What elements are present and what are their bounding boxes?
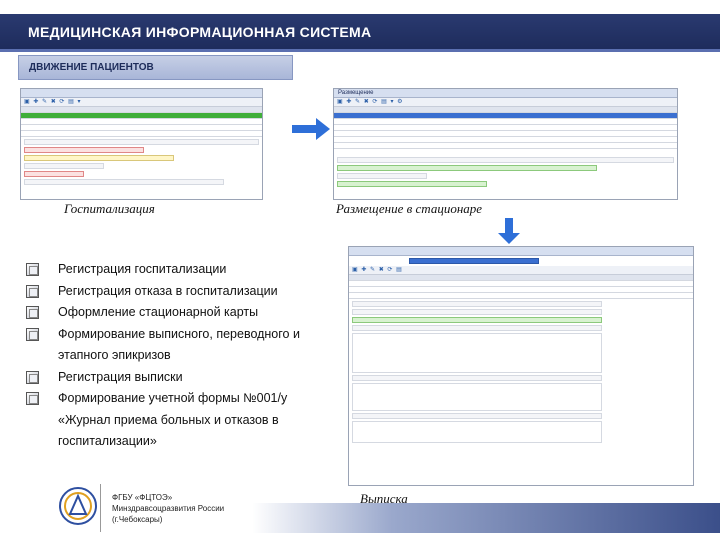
checkbox-icon <box>26 306 39 319</box>
arrow-right-icon <box>292 118 330 140</box>
list-item: Регистрация госпитализации <box>26 259 336 281</box>
checkbox-icon <box>26 284 39 298</box>
form-line <box>352 301 602 307</box>
form-line <box>352 375 602 381</box>
checkbox-icon <box>26 263 39 276</box>
placement-toolbar: ▣ ✚ ✎ ✖ ⟳ ▤ ▾ ⚙ <box>334 98 677 107</box>
form-line <box>24 179 224 185</box>
organization-logo-icon <box>59 487 97 525</box>
logo-divider <box>100 484 101 532</box>
hospitalization-window-header <box>21 89 262 98</box>
form-line <box>352 421 602 443</box>
form-line <box>409 258 539 264</box>
form-line <box>337 173 427 179</box>
feature-label: Формирование учетной формы №001/у «Журна… <box>58 391 288 448</box>
organization-line-1: ФГБУ «ФЦТОЭ» <box>112 493 173 502</box>
form-line <box>24 163 104 169</box>
discharge-caption: Выписка <box>360 491 408 506</box>
form-line <box>337 165 597 171</box>
placement-window-title: Размещение <box>338 90 374 96</box>
list-item: Формирование выписного, переводного и эт… <box>26 324 336 367</box>
section-tab: ДВИЖЕНИЕ ПАЦИЕНТОВ <box>18 55 293 80</box>
checkbox-icon <box>26 392 39 405</box>
table-row <box>21 131 262 137</box>
checkbox-icon <box>26 370 39 384</box>
discharge-window-header <box>349 247 693 256</box>
feature-label: Регистрация отказа в госпитализации <box>58 283 278 298</box>
form-line <box>24 147 144 153</box>
form-line <box>337 157 674 163</box>
form-line <box>24 139 259 145</box>
hospitalization-screenshot: ▣ ✚ ✎ ✖ ⟳ ▤ ▾ <box>20 88 263 200</box>
placement-screenshot: Размещение ▣ ✚ ✎ ✖ ⟳ ▤ ▾ ⚙ <box>333 88 678 200</box>
feature-list: Регистрация госпитализации Регистрация о… <box>26 259 336 453</box>
list-item: Формирование учетной формы №001/у «Журна… <box>26 388 336 453</box>
form-line <box>352 325 602 331</box>
form-line <box>352 383 602 411</box>
form-line <box>337 181 487 187</box>
table-row <box>349 293 693 299</box>
arrow-down-icon <box>498 218 520 244</box>
list-item: Регистрация выписки <box>26 367 336 389</box>
form-line <box>24 171 84 177</box>
feature-label: Оформление стационарной карты <box>58 305 259 319</box>
form-line <box>352 309 602 315</box>
form-line <box>352 413 602 419</box>
section-title: ДВИЖЕНИЕ ПАЦИЕНТОВ <box>29 62 154 73</box>
form-line <box>24 155 174 161</box>
placement-caption: Размещение в стационаре <box>336 201 483 216</box>
organization-line-2: Минздравсоцразвития России <box>112 504 225 513</box>
feature-label: Формирование выписного, переводного и эт… <box>58 326 300 363</box>
footer-band: Выписка <box>252 491 720 533</box>
title-bar: МЕДИЦИНСКАЯ ИНФОРМАЦИОННАЯ СИСТЕМА <box>0 14 720 52</box>
form-line <box>352 317 602 323</box>
organization-line-3: (г.Чебоксары) <box>112 515 163 524</box>
table-row <box>334 143 677 149</box>
feature-label: Регистрация госпитализации <box>58 262 227 276</box>
hospitalization-caption: Госпитализация <box>64 201 155 216</box>
checkbox-icon <box>26 327 39 341</box>
organization-name: ФГБУ «ФЦТОЭ» Минздравсоцразвития России … <box>112 492 224 525</box>
hospitalization-toolbar: ▣ ✚ ✎ ✖ ⟳ ▤ ▾ <box>21 98 262 107</box>
discharge-screenshot: ▣ ✚ ✎ ✖ ⟳ ▤ <box>348 246 694 486</box>
form-line <box>352 333 602 373</box>
placement-window-header: Размещение <box>334 89 677 98</box>
list-item: Регистрация отказа в госпитализации <box>26 281 336 303</box>
discharge-toolbar: ▣ ✚ ✎ ✖ ⟳ ▤ <box>349 266 693 275</box>
feature-label: Регистрация выписки <box>58 369 183 384</box>
list-item: Оформление стационарной карты <box>26 302 336 324</box>
page-title: МЕДИЦИНСКАЯ ИНФОРМАЦИОННАЯ СИСТЕМА <box>28 24 372 40</box>
